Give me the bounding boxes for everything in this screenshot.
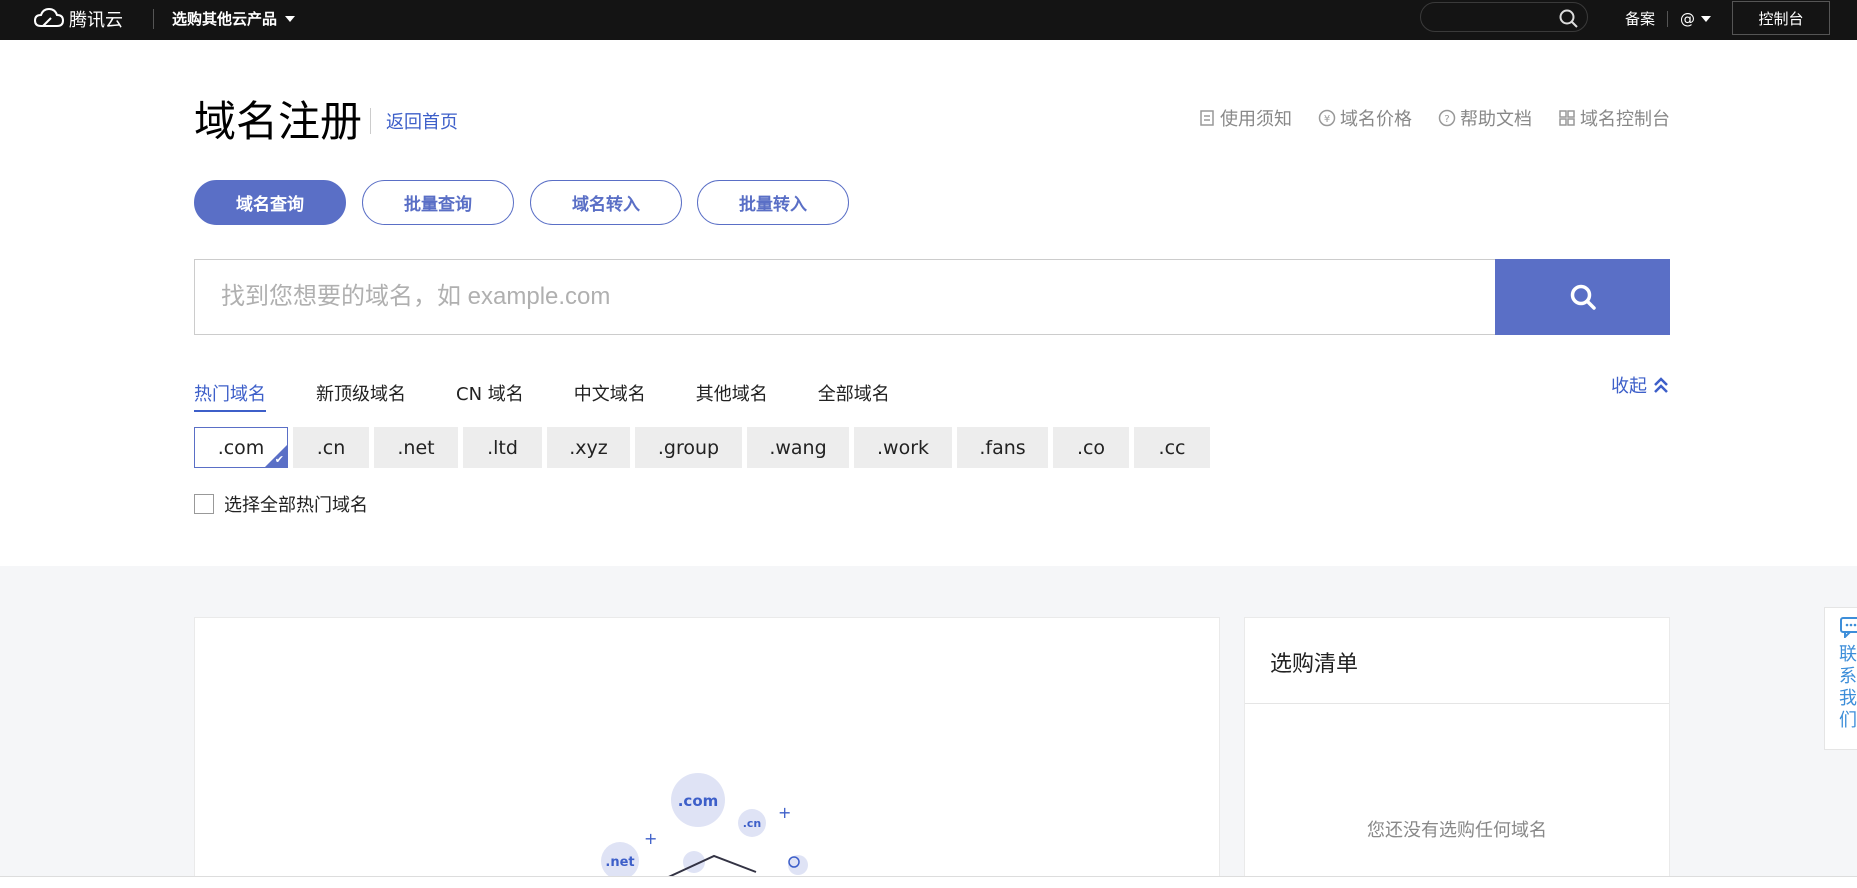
console-button[interactable]: 控制台 xyxy=(1732,1,1830,35)
contact-char: 系 xyxy=(1839,666,1857,687)
suffix-label: .work xyxy=(876,436,930,459)
help-docs-label: 帮助文档 xyxy=(1460,109,1532,130)
beian-link[interactable]: 备案 xyxy=(1625,8,1655,29)
usage-notice-label: 使用须知 xyxy=(1220,109,1292,130)
suffix-label: .xyz xyxy=(569,436,608,459)
tab-domain-query[interactable]: 域名查询 xyxy=(194,180,346,225)
suffix-chip-cc[interactable]: .cc xyxy=(1134,427,1210,468)
select-all-checkbox[interactable] xyxy=(194,494,214,514)
category-cn[interactable]: CN 域名 xyxy=(456,380,524,412)
cart-title: 选购清单 xyxy=(1245,618,1669,704)
collapse-toggle[interactable]: 收起 xyxy=(1611,372,1669,398)
search-icon xyxy=(1570,284,1596,310)
suffix-label: .group xyxy=(657,436,720,459)
select-all-label: 选择全部热门域名 xyxy=(224,495,368,516)
bubble-cn-label: .cn xyxy=(743,817,762,830)
products-menu[interactable]: 选购其他云产品 xyxy=(172,8,296,29)
suffix-label: .com xyxy=(217,436,265,459)
domain-category-tabs: 热门域名 新顶级域名 CN 域名 中文域名 其他域名 全部域名 xyxy=(194,380,890,412)
suffix-label: .wang xyxy=(769,436,827,459)
suffix-chip-com[interactable]: .com ✔ xyxy=(194,427,288,468)
topbar-links: 备案 @ xyxy=(1625,8,1712,29)
domain-price-link[interactable]: ¥ 域名价格 xyxy=(1318,105,1412,131)
usage-notice-link[interactable]: 使用须知 xyxy=(1198,105,1292,131)
suffix-label: .ltd xyxy=(487,436,518,459)
domain-search-input[interactable] xyxy=(195,260,1496,334)
tab-batch-transfer[interactable]: 批量转入 xyxy=(697,180,849,225)
cart-panel: 选购清单 您还没有选购任何域名 xyxy=(1244,617,1670,888)
caret-down-icon xyxy=(285,15,296,22)
domain-console-label: 域名控制台 xyxy=(1580,109,1670,130)
suffix-chip-cn[interactable]: .cn xyxy=(293,427,369,468)
bubble-net-label: .net xyxy=(605,855,634,870)
account-label: @ xyxy=(1680,9,1696,28)
category-all[interactable]: 全部域名 xyxy=(818,380,890,412)
back-home-link[interactable]: 返回首页 xyxy=(370,108,458,134)
suffix-label: .cc xyxy=(1158,436,1186,459)
cloud-logo-icon xyxy=(34,8,64,27)
top-navbar: 腾讯云 选购其他云产品 备案 @ 控制台 xyxy=(0,0,1857,40)
suffix-chip-work[interactable]: .work xyxy=(854,427,952,468)
account-menu[interactable]: @ xyxy=(1680,9,1712,28)
grid-icon xyxy=(1559,110,1575,126)
domain-console-link[interactable]: 域名控制台 xyxy=(1558,105,1670,131)
category-other[interactable]: 其他域名 xyxy=(696,380,768,412)
select-all-hot[interactable]: 选择全部热门域名 xyxy=(194,491,368,517)
suffix-label: .fans xyxy=(979,436,1026,459)
category-hot[interactable]: 热门域名 xyxy=(194,380,266,412)
search-icon[interactable] xyxy=(1559,9,1579,33)
contact-char: 们 xyxy=(1839,710,1857,731)
contact-char: 联 xyxy=(1839,644,1857,665)
suffix-chip-group[interactable]: .group xyxy=(635,427,742,468)
bottom-bar xyxy=(0,876,1857,888)
suffix-chip-wang[interactable]: .wang xyxy=(747,427,849,468)
domain-illustration: .com .cn .net + + xyxy=(601,773,808,881)
topbar-separator xyxy=(1667,10,1669,27)
topbar-divider xyxy=(153,9,154,29)
suffix-list: .com ✔ .cn .net .ltd .xyz .group .wang .… xyxy=(194,427,1210,468)
suffix-chip-co[interactable]: .co xyxy=(1053,427,1129,468)
bubble-com-label: .com xyxy=(678,792,719,810)
yen-icon: ¥ xyxy=(1318,109,1336,127)
caret-down-icon xyxy=(1701,15,1712,22)
double-chevron-up-icon xyxy=(1654,377,1668,393)
suffix-label: .net xyxy=(397,436,435,459)
page-title: 域名注册 xyxy=(194,97,363,146)
svg-text:¥: ¥ xyxy=(1324,114,1330,125)
category-new-tld[interactable]: 新顶级域名 xyxy=(316,380,406,412)
tencent-cloud-logo[interactable]: 腾讯云 xyxy=(34,6,123,32)
contact-us-widget[interactable]: 联 系 我 们 xyxy=(1824,607,1857,750)
suffix-label: .cn xyxy=(316,436,346,459)
plus-icon: + xyxy=(778,803,791,822)
plus-icon: + xyxy=(644,829,657,848)
help-icon: ? xyxy=(1438,109,1456,127)
suffix-chip-xyz[interactable]: .xyz xyxy=(547,427,630,468)
suffix-chip-net[interactable]: .net xyxy=(374,427,458,468)
global-search-input[interactable] xyxy=(1420,2,1588,32)
cart-empty-text: 您还没有选购任何域名 xyxy=(1367,820,1547,841)
contact-char: 我 xyxy=(1839,688,1857,709)
help-docs-link[interactable]: ? 帮助文档 xyxy=(1438,105,1532,131)
check-icon: ✔ xyxy=(274,453,284,466)
category-chinese[interactable]: 中文域名 xyxy=(574,380,646,412)
suffix-chip-ltd[interactable]: .ltd xyxy=(463,427,542,468)
products-menu-label: 选购其他云产品 xyxy=(172,10,278,28)
suffix-chip-fans[interactable]: .fans xyxy=(957,427,1048,468)
logo-text: 腾讯云 xyxy=(69,10,123,31)
document-icon xyxy=(1200,110,1214,126)
search-button[interactable] xyxy=(1495,259,1670,335)
suffix-label: .co xyxy=(1076,436,1106,459)
collapse-label: 收起 xyxy=(1611,376,1647,397)
tab-domain-transfer[interactable]: 域名转入 xyxy=(530,180,682,225)
domain-search-box xyxy=(194,259,1496,335)
header-links: 使用须知 ¥ 域名价格 ? 帮助文档 域名控制台 xyxy=(1198,105,1670,131)
domain-price-label: 域名价格 xyxy=(1340,109,1412,130)
tab-batch-query[interactable]: 批量查询 xyxy=(362,180,514,225)
svg-text:?: ? xyxy=(1444,114,1449,125)
chat-icon xyxy=(1840,617,1857,640)
